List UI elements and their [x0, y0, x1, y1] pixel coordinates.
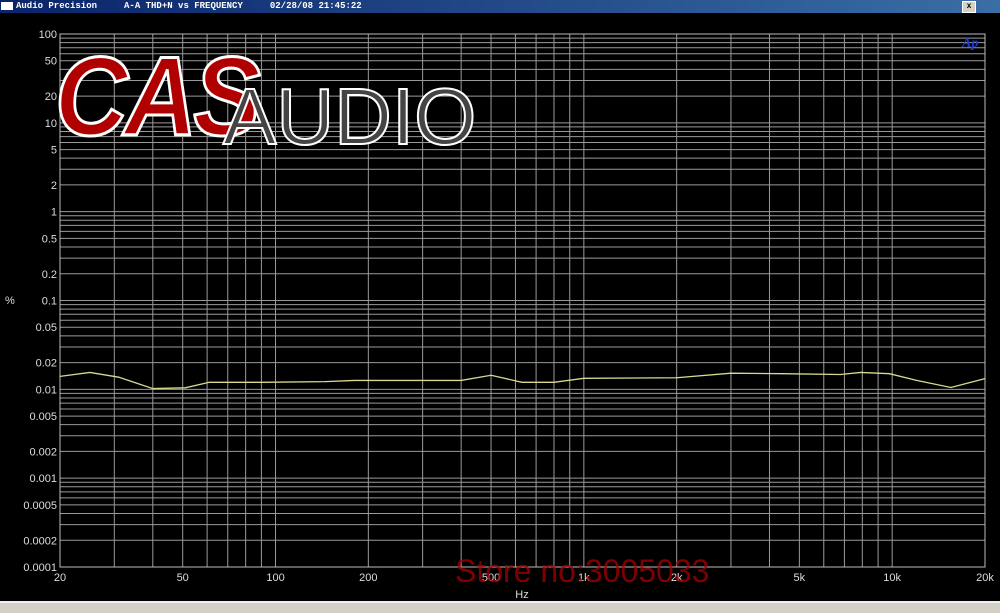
- data-point: [860, 371, 862, 374]
- x-axis-label: Hz: [515, 589, 528, 601]
- data-point: [260, 381, 263, 383]
- x-tick-label: 200: [359, 572, 377, 584]
- y-tick-label: 0.2: [42, 269, 57, 281]
- data-point: [583, 377, 585, 379]
- data-point: [984, 378, 986, 380]
- x-tick-label: 50: [177, 572, 189, 584]
- y-tick-label: 2: [51, 180, 57, 192]
- y-tick-label: 0.0005: [23, 500, 57, 512]
- y-tick-label: 0.001: [29, 473, 57, 485]
- y-tick-label: 0.1: [42, 296, 57, 308]
- data-point: [152, 387, 154, 390]
- y-tick-label: 0.002: [29, 446, 57, 458]
- x-tick-label: 20k: [976, 572, 994, 584]
- data-point: [915, 379, 918, 382]
- y-tick-label: 0.0002: [23, 535, 57, 547]
- logo-audio-text: AUDIO: [222, 71, 477, 162]
- y-tick-label: 0.005: [29, 411, 57, 423]
- data-point: [59, 375, 61, 377]
- data-point: [839, 373, 842, 376]
- data-point: [730, 372, 732, 374]
- x-tick-label: 20: [54, 572, 66, 584]
- data-point: [521, 381, 523, 383]
- data-point: [208, 381, 210, 383]
- horizontal-scrollbar[interactable]: [0, 601, 1000, 613]
- data-point: [184, 387, 186, 389]
- series-line-thdn: [59, 371, 986, 390]
- store-watermark: Store no:3005033: [455, 553, 710, 589]
- data-point: [553, 381, 555, 383]
- data-point: [490, 374, 492, 376]
- data-point: [950, 386, 952, 389]
- x-tick-label: 10k: [883, 572, 901, 584]
- y-tick-label: 0.5: [42, 233, 57, 245]
- x-tick-label: 5k: [794, 572, 806, 584]
- data-point: [89, 371, 91, 374]
- data-point: [460, 379, 462, 382]
- x-tick-label: 100: [266, 572, 284, 584]
- data-point: [324, 381, 326, 383]
- y-tick-label: 0.01: [36, 384, 57, 396]
- y-axis-label: %: [5, 295, 15, 307]
- data-point: [118, 376, 120, 378]
- data-point: [781, 373, 783, 375]
- data-point: [353, 379, 355, 382]
- data-point: [676, 377, 678, 379]
- y-tick-label: 0.05: [36, 322, 57, 334]
- y-tick-label: 0.0001: [23, 562, 57, 574]
- data-point: [888, 373, 891, 375]
- ap-logo-icon: Ap: [962, 36, 979, 51]
- y-tick-label: 1: [51, 207, 57, 219]
- y-tick-label: 0.02: [36, 358, 57, 370]
